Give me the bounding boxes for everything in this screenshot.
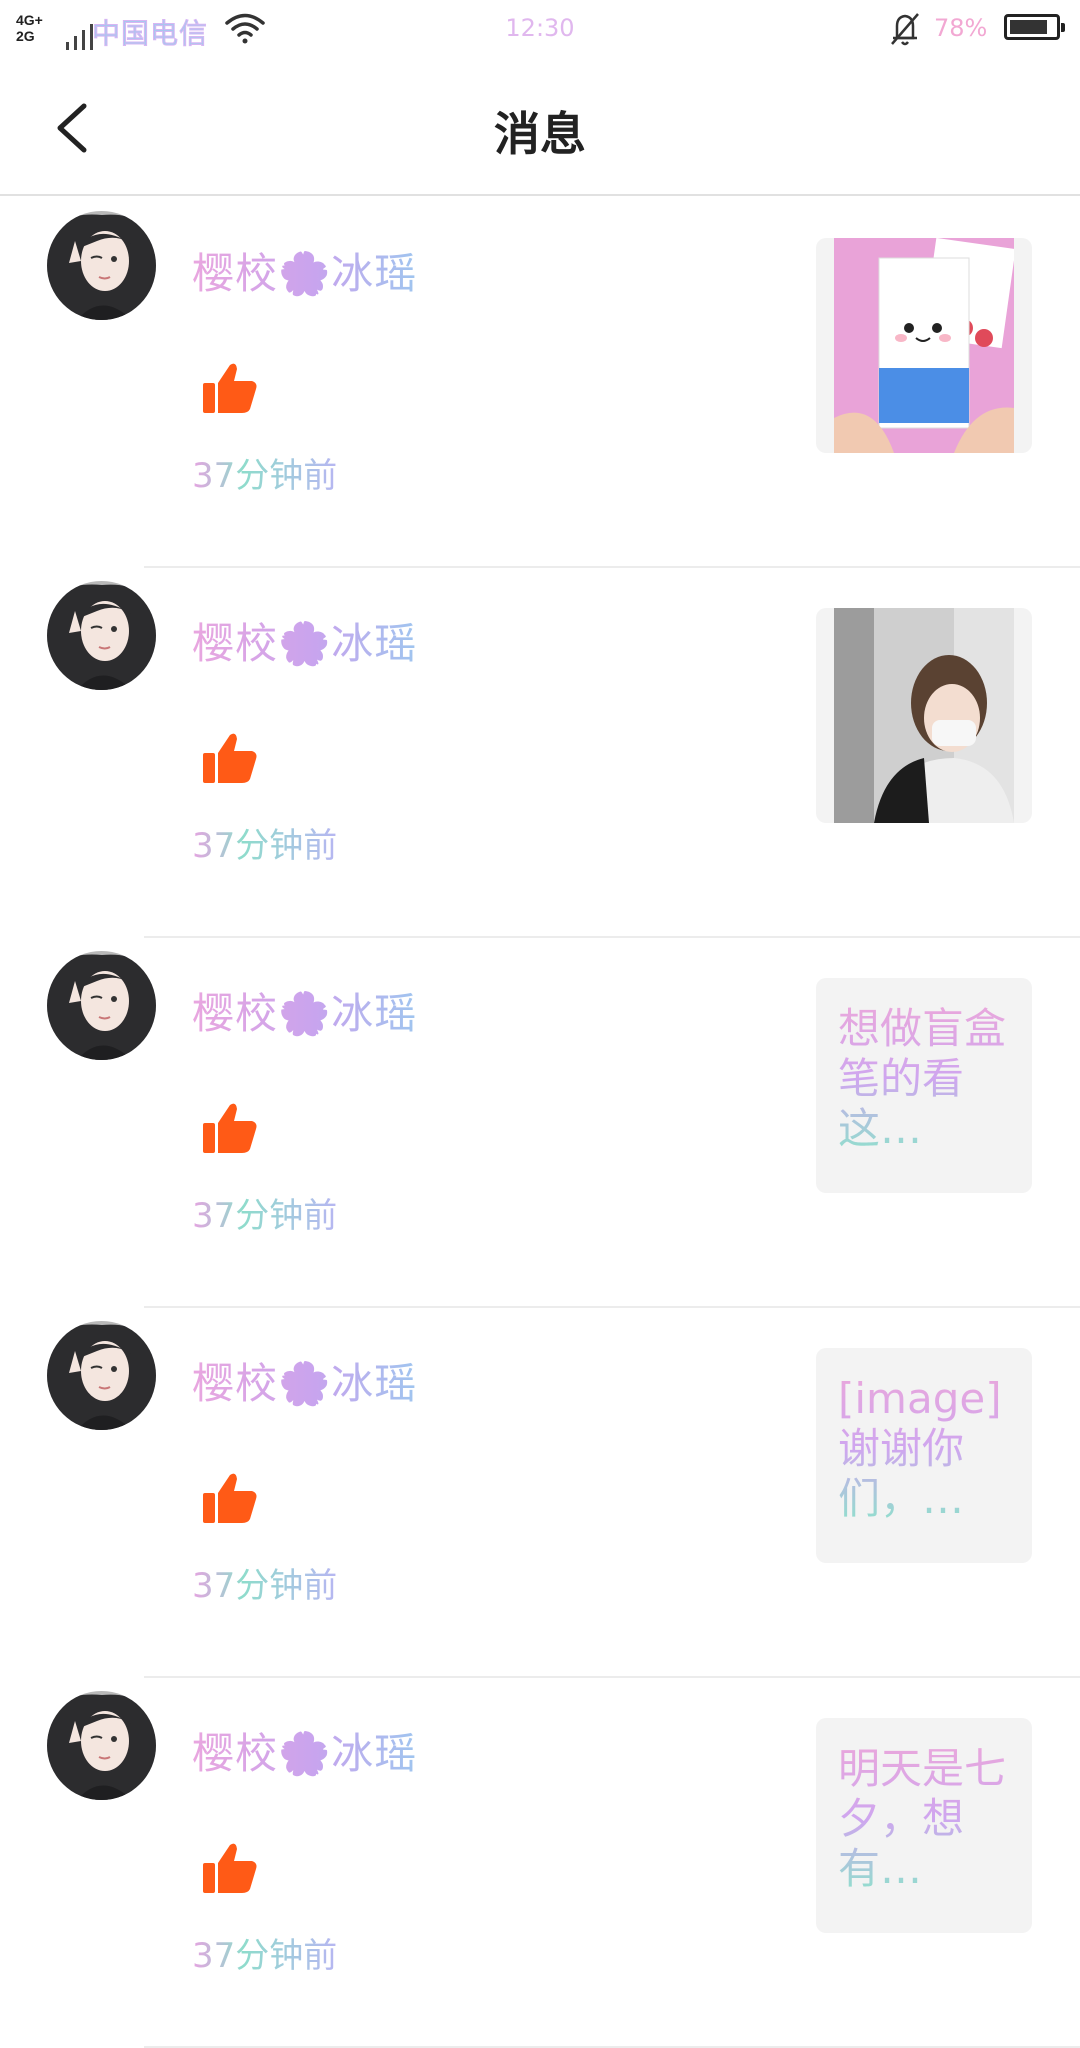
- user-avatar[interactable]: [47, 1321, 156, 1430]
- battery-percentage: 78%: [934, 14, 988, 42]
- preview-text: [image]谢谢你们，…: [838, 1374, 1018, 1524]
- preview-text: 明天是七夕，想有…: [838, 1744, 1018, 1894]
- message-item[interactable]: 樱校🌸冰瑶 37分钟前 明天是七夕，想有…: [0, 1678, 1080, 2048]
- post-preview[interactable]: [816, 608, 1032, 823]
- post-preview[interactable]: [image]谢谢你们，…: [816, 1348, 1032, 1563]
- message-item[interactable]: 樱校🌸冰瑶 37分钟前: [0, 568, 1080, 938]
- user-name[interactable]: 樱校🌸冰瑶: [192, 980, 417, 1041]
- thumbs-up-icon: [203, 1103, 257, 1153]
- page-title: 消息: [494, 107, 586, 161]
- message-time: 37分钟前: [192, 1558, 337, 1607]
- post-preview[interactable]: 想做盲盒笔的看这…: [816, 978, 1032, 1193]
- battery-icon: [1004, 14, 1065, 40]
- message-time: 37分钟前: [192, 818, 337, 867]
- bell-muted-icon: [891, 13, 919, 46]
- top-navigation-bar: 消息: [0, 62, 1080, 196]
- message-list: 樱校🌸冰瑶 37分钟前 樱校🌸冰瑶 37分钟前 樱校🌸冰瑶 37分钟前 想做盲盒…: [0, 198, 1080, 2048]
- user-name[interactable]: 樱校🌸冰瑶: [192, 240, 417, 301]
- user-name[interactable]: 樱校🌸冰瑶: [192, 1720, 417, 1781]
- preview-text: 想做盲盒笔的看这…: [838, 1004, 1018, 1154]
- message-item[interactable]: 樱校🌸冰瑶 37分钟前 想做盲盒笔的看这…: [0, 938, 1080, 1308]
- thumbs-up-icon: [203, 733, 257, 783]
- message-item[interactable]: 樱校🌸冰瑶 37分钟前 [image]谢谢你们，…: [0, 1308, 1080, 1678]
- message-time: 37分钟前: [192, 448, 337, 497]
- user-avatar[interactable]: [47, 581, 156, 690]
- post-preview[interactable]: [816, 238, 1032, 453]
- user-avatar[interactable]: [47, 951, 156, 1060]
- post-preview[interactable]: 明天是七夕，想有…: [816, 1718, 1032, 1933]
- milk-box-craft-image: [834, 238, 1014, 453]
- user-avatar[interactable]: [47, 1691, 156, 1800]
- message-item[interactable]: 樱校🌸冰瑶 37分钟前: [0, 198, 1080, 568]
- status-bar: 4G+ 2G 中国电信 12:30 78%: [0, 0, 1080, 62]
- thumbs-up-icon: [203, 1473, 257, 1523]
- thumbs-up-icon: [203, 1843, 257, 1893]
- user-name[interactable]: 樱校🌸冰瑶: [192, 610, 417, 671]
- user-name[interactable]: 樱校🌸冰瑶: [192, 1350, 417, 1411]
- thumbs-up-icon: [203, 363, 257, 413]
- message-time: 37分钟前: [192, 1928, 337, 1977]
- user-avatar[interactable]: [47, 211, 156, 320]
- message-time: 37分钟前: [192, 1188, 337, 1237]
- girl-with-mask-image: [834, 608, 1014, 823]
